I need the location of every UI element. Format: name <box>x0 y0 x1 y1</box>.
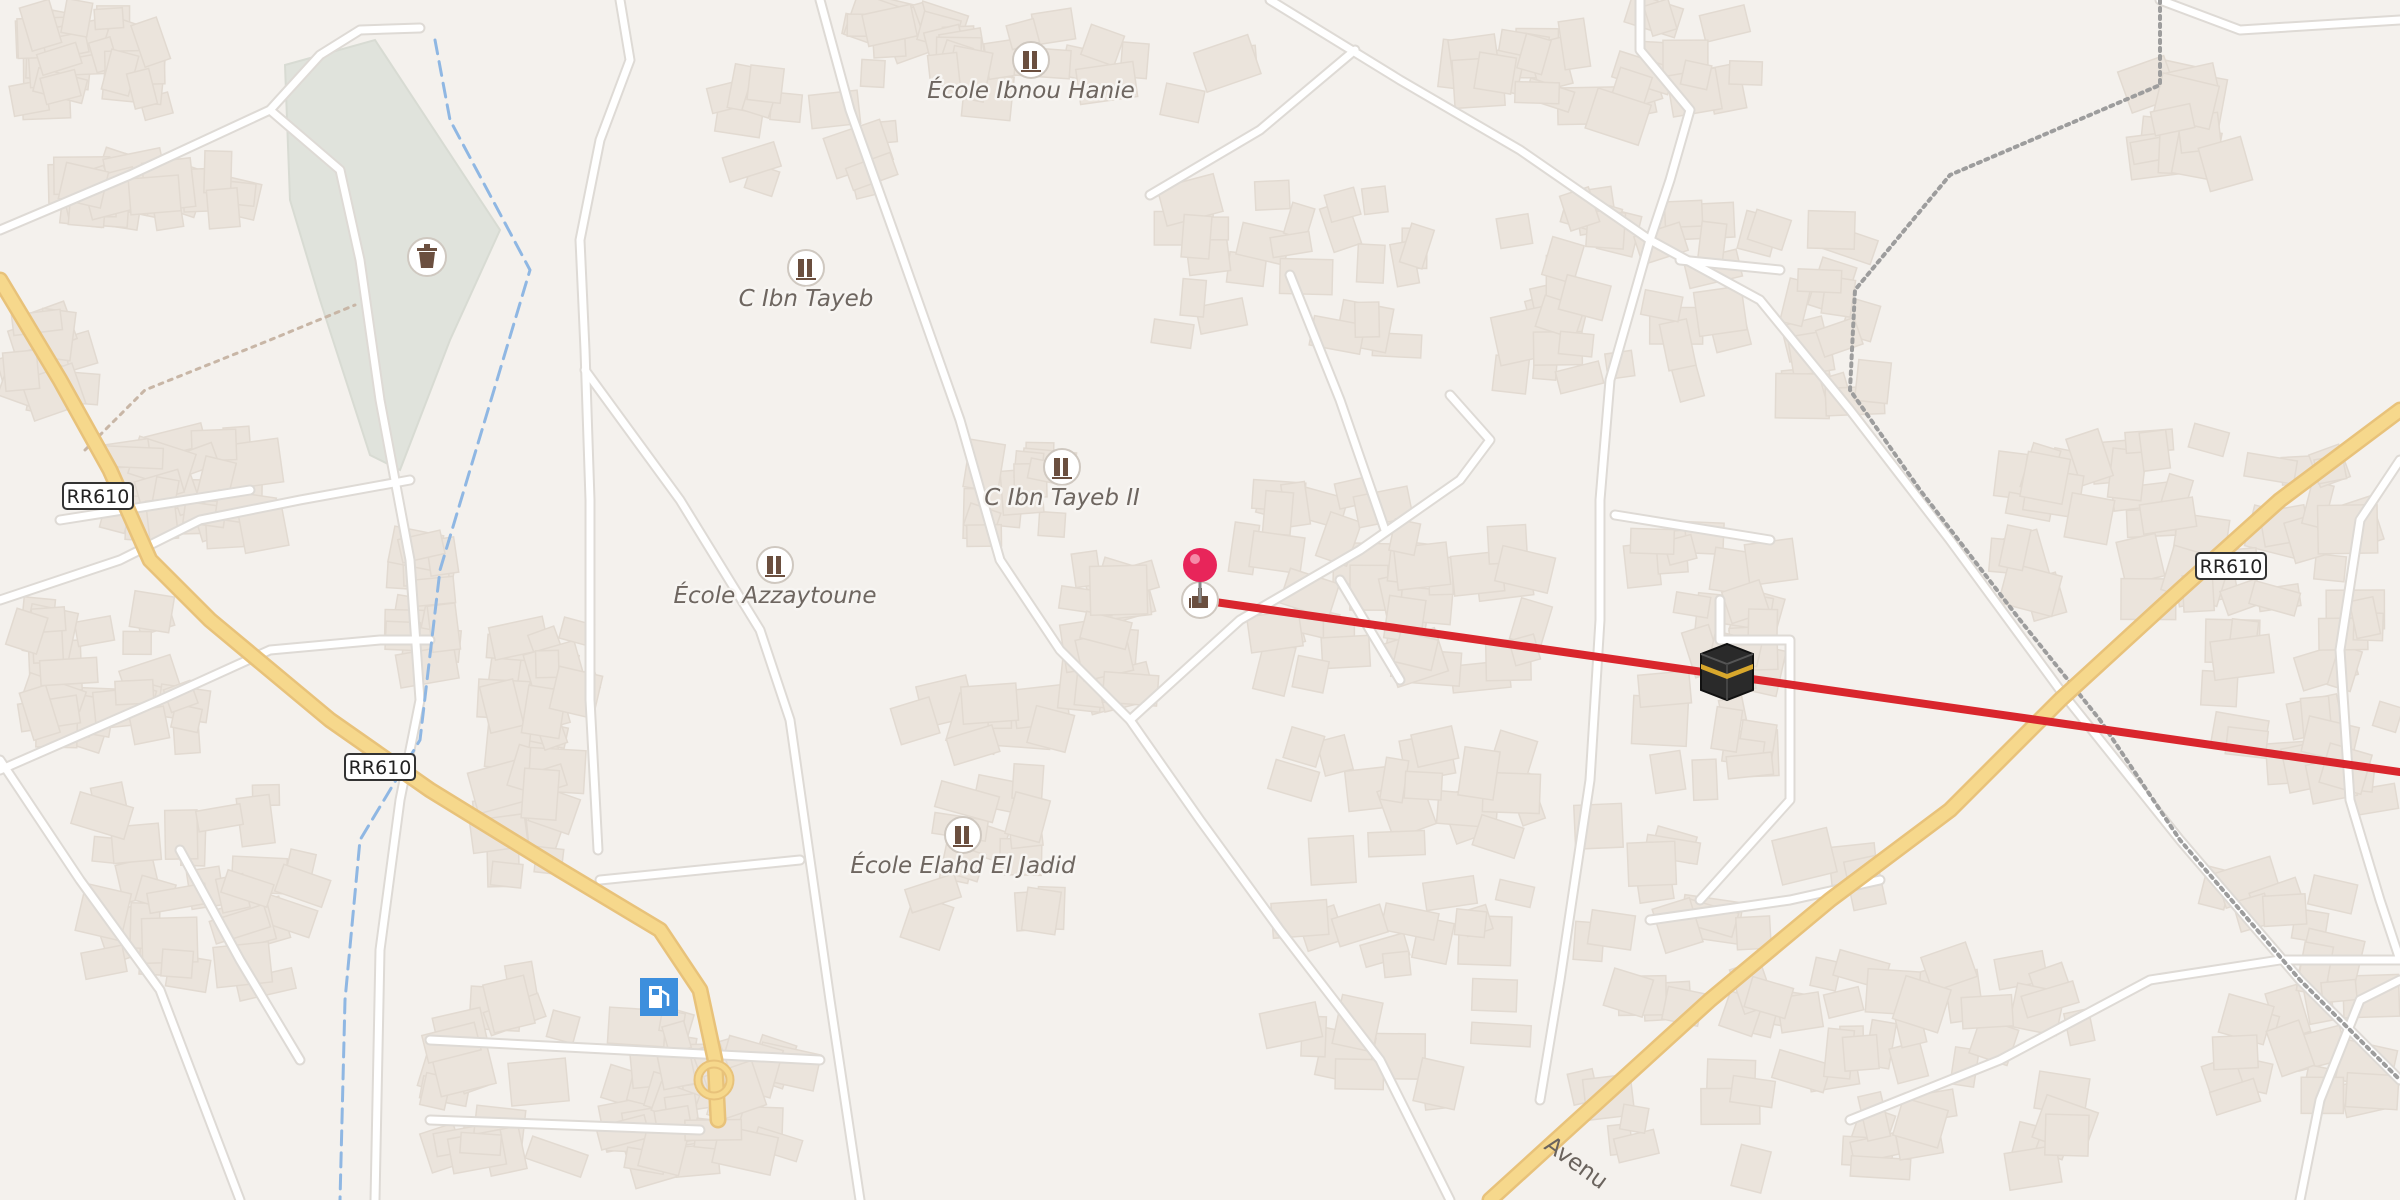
building <box>1960 993 2015 1030</box>
building <box>205 186 241 230</box>
building <box>1728 1074 1777 1109</box>
building <box>1626 840 1678 888</box>
building <box>203 149 233 195</box>
building <box>2211 1034 2260 1071</box>
building <box>1513 80 1561 105</box>
route-shield: RR610 <box>344 753 416 781</box>
school-label: École Elahd El Jadid <box>850 851 1076 879</box>
building <box>60 0 94 38</box>
building <box>1412 1056 1465 1111</box>
building <box>1473 51 1518 96</box>
building <box>1469 1021 1533 1048</box>
building <box>2018 450 2072 506</box>
building <box>2209 633 2275 682</box>
route-shield-label: RR610 <box>2200 556 2263 578</box>
school-label: École Azzaytoune <box>673 581 876 609</box>
building <box>1663 199 1704 229</box>
school-icon <box>1012 41 1050 79</box>
building <box>1649 749 1687 795</box>
building <box>1710 705 1744 753</box>
building <box>1679 59 1713 91</box>
building <box>1261 489 1295 537</box>
building <box>1636 669 1693 709</box>
building <box>1495 212 1534 250</box>
building <box>160 948 195 979</box>
building <box>2138 428 2172 473</box>
building <box>1725 751 1775 780</box>
school-icon <box>787 249 825 287</box>
building <box>1586 908 1637 951</box>
school-icon <box>756 546 794 584</box>
route-shield: RR610 <box>62 482 134 510</box>
school-label: C Ibn Tayeb II <box>984 485 1140 511</box>
building <box>1179 277 1208 318</box>
building <box>1 349 41 393</box>
building <box>2261 892 2308 928</box>
building <box>746 64 786 105</box>
fuel-station-icon[interactable] <box>640 978 678 1016</box>
building <box>1355 243 1386 284</box>
building <box>1253 179 1291 211</box>
building <box>1453 908 1488 939</box>
building <box>1020 886 1063 936</box>
building <box>1248 530 1306 575</box>
building <box>1841 1033 1880 1072</box>
building <box>1150 318 1195 350</box>
building <box>1457 745 1501 801</box>
route-shield-label: RR610 <box>349 757 412 779</box>
building <box>520 767 561 822</box>
building <box>1367 829 1427 858</box>
building <box>1618 1103 1650 1135</box>
building <box>128 589 176 634</box>
building <box>2063 491 2116 546</box>
building <box>38 656 99 687</box>
route-shield-label: RR610 <box>67 486 130 508</box>
building <box>859 58 886 89</box>
building <box>2312 553 2348 583</box>
building <box>1728 59 1764 86</box>
building <box>1088 564 1149 617</box>
building <box>1743 537 1799 587</box>
school-label: École Ibnou Hanie <box>927 76 1135 104</box>
building <box>489 860 524 889</box>
building <box>1360 185 1389 216</box>
building <box>1691 758 1719 802</box>
building <box>1403 770 1444 801</box>
map-view[interactable]: Avenu RR610 RR610 RR610 École Ibnou Hani… <box>0 0 2400 1200</box>
route-shield: RR610 <box>2195 552 2267 580</box>
building <box>1672 590 1712 619</box>
school-icon <box>1043 448 1081 486</box>
building <box>2043 1113 2090 1157</box>
building <box>959 682 1020 725</box>
school-icon <box>944 816 982 854</box>
building <box>1353 301 1381 338</box>
building <box>1470 977 1519 1013</box>
building <box>93 6 125 31</box>
building <box>507 1057 570 1107</box>
cemetery-icon[interactable] <box>407 237 447 277</box>
map-canvas[interactable]: Avenu RR610 RR610 RR610 École Ibnou Hani… <box>0 0 2400 1200</box>
building <box>1806 209 1856 250</box>
building <box>1696 220 1728 263</box>
school-label: C Ibn Tayeb <box>739 286 874 312</box>
building <box>1381 950 1412 979</box>
building <box>534 649 560 679</box>
building <box>459 1131 503 1157</box>
building <box>1796 268 1843 294</box>
building <box>1307 834 1358 886</box>
building <box>1629 527 1676 556</box>
building <box>1180 213 1213 260</box>
building <box>1291 654 1331 694</box>
building <box>122 630 153 656</box>
building <box>1037 510 1067 538</box>
building <box>2115 532 2166 586</box>
building <box>1853 358 1893 405</box>
kaaba-icon[interactable] <box>1700 642 1754 702</box>
building <box>1557 330 1595 358</box>
building <box>127 174 182 216</box>
